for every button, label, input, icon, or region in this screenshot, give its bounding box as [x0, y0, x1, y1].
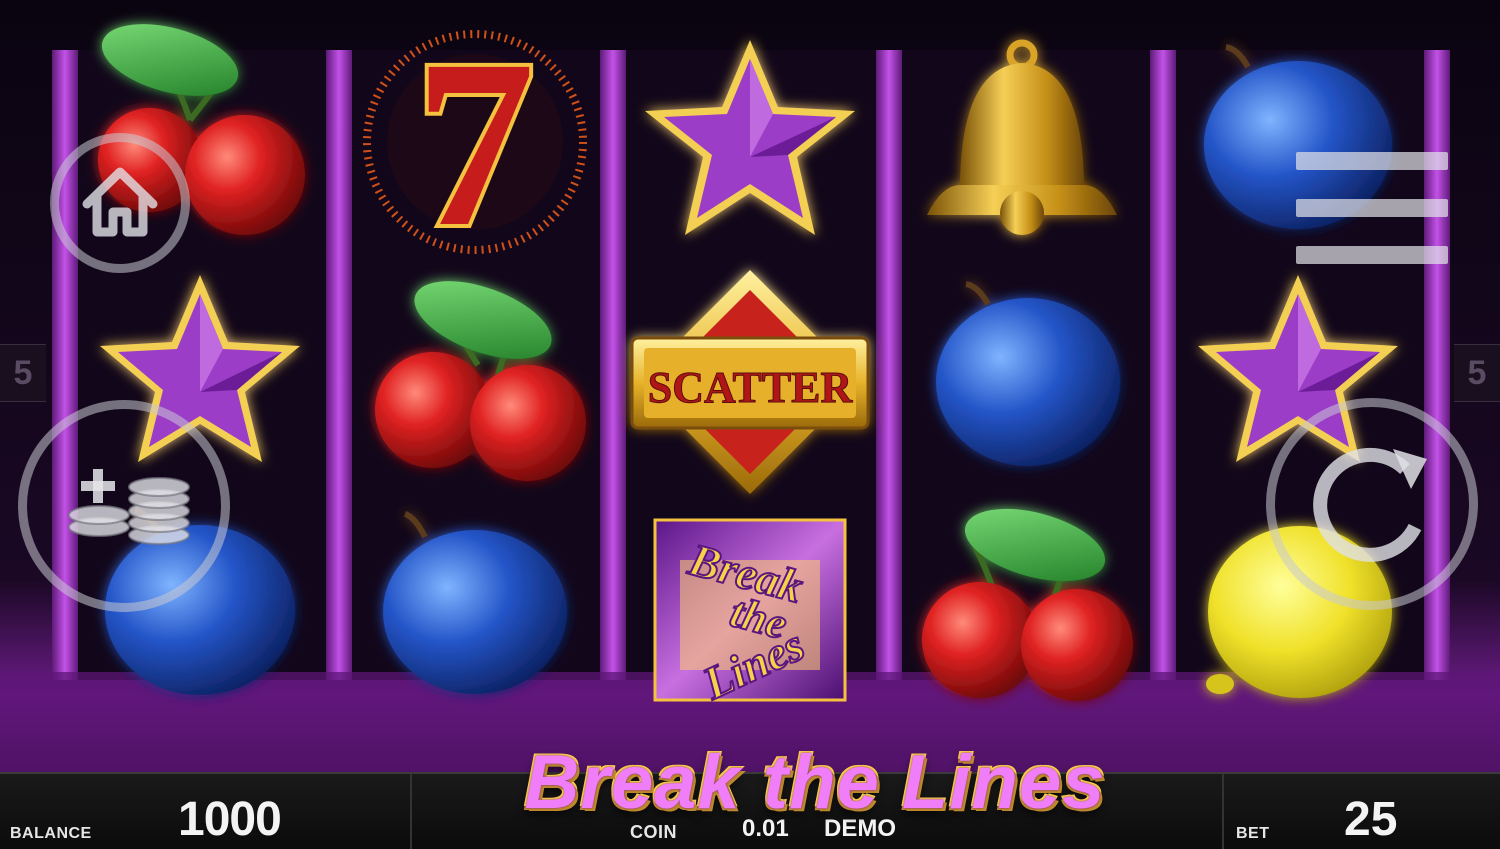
- bet-label: BET: [1236, 825, 1270, 842]
- hamburger-menu-icon: [1296, 152, 1448, 170]
- home-icon: [82, 167, 158, 237]
- symbol-wild: Break the Lines: [653, 518, 847, 711]
- seven-glyph: 7: [415, 10, 535, 276]
- balance-panel: BALANCE 1000: [0, 774, 412, 849]
- home-button[interactable]: [50, 133, 190, 273]
- bet-panel[interactable]: BET 25: [1222, 774, 1500, 849]
- coins-plus-icon: [68, 469, 190, 545]
- menu-button[interactable]: [1290, 148, 1452, 268]
- scatter-label: SCATTER: [648, 363, 854, 412]
- spin-button[interactable]: [1266, 398, 1478, 610]
- balance-label: BALANCE: [10, 825, 92, 842]
- line-count-left: 5: [0, 344, 46, 402]
- bet-coins-button[interactable]: [18, 400, 230, 612]
- game-title-logo: Break the Lines: [524, 740, 1106, 825]
- spin-arrow-icon: [1313, 447, 1427, 562]
- balance-value: 1000: [178, 793, 282, 846]
- line-count-right: 5: [1454, 344, 1500, 402]
- bet-value: 25: [1344, 793, 1398, 846]
